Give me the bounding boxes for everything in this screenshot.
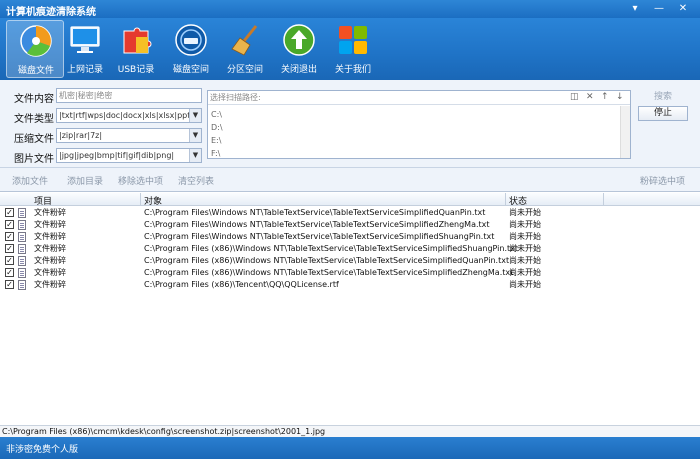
list-item[interactable]: E:\ <box>211 134 223 147</box>
search-button[interactable]: 搜索 <box>638 90 688 105</box>
row-checkbox[interactable]: ✓ <box>5 268 14 277</box>
minimize-button[interactable]: — <box>650 2 668 15</box>
table-row[interactable]: ✓ 文件粉碎 C:\Program Files\Windows NT\Table… <box>0 219 700 231</box>
table-row[interactable]: ✓ 文件粉碎 C:\Program Files (x86)\Windows NT… <box>0 243 700 255</box>
table-row[interactable]: ✓ 文件粉碎 C:\Program Files\Windows NT\Table… <box>0 207 700 219</box>
toolbar-web-history[interactable]: 上网记录 <box>56 20 114 78</box>
toolbar-disk-space[interactable]: 磁盘空间 <box>162 20 220 78</box>
title-bar: 计算机痕迹清除系统 ▾ — ✕ <box>0 0 700 18</box>
close-icon[interactable]: ✕ <box>586 92 594 102</box>
row-checkbox[interactable]: ✓ <box>5 220 14 229</box>
toolbar-about[interactable]: 关于我们 <box>324 20 382 78</box>
close-button[interactable]: ✕ <box>674 2 692 15</box>
toolbar-label: 关闭退出 <box>280 65 317 75</box>
chevron-down-icon[interactable]: ▼ <box>189 129 201 142</box>
shred-selected-button[interactable]: 粉碎选中项 <box>640 174 685 187</box>
footer-bar: 非涉密免费个人版 <box>0 437 700 459</box>
content-label: 文件内容 <box>14 94 54 105</box>
file-icon <box>18 280 26 290</box>
edition-label: 非涉密免费个人版 <box>6 445 79 455</box>
hard-drive-icon <box>175 24 207 56</box>
add-directory-button[interactable]: 添加目录 <box>67 174 103 187</box>
file-icon <box>18 232 26 242</box>
table-row[interactable]: ✓ 文件粉碎 C:\Program Files (x86)\Windows NT… <box>0 267 700 279</box>
row-checkbox[interactable]: ✓ <box>5 232 14 241</box>
file-icon <box>18 256 26 266</box>
disk-pie-icon <box>20 25 52 57</box>
scan-path-header: 选择扫描路径: <box>208 91 630 105</box>
column-header-status[interactable]: 状态 <box>509 194 527 207</box>
row-checkbox[interactable]: ✓ <box>5 208 14 217</box>
arrow-up-icon[interactable]: ↑ <box>601 92 609 102</box>
main-toolbar: 磁盘文件 上网记录 USB记录 磁盘空间 分区空间 关闭退出 关于我们 <box>0 18 700 80</box>
add-file-button[interactable]: 添加文件 <box>12 174 48 187</box>
column-header-object[interactable]: 对象 <box>144 194 162 207</box>
table-row[interactable]: ✓ 文件粉碎 C:\Program Files\Windows NT\Table… <box>0 231 700 243</box>
archive-type-select[interactable]: |zip|rar|7z| ▼ <box>56 128 202 143</box>
toolbar-partition-space[interactable]: 分区空间 <box>216 20 274 78</box>
file-type-label: 文件类型 <box>14 114 54 125</box>
row-checkbox[interactable]: ✓ <box>5 280 14 289</box>
list-item[interactable]: C:\ <box>211 108 223 121</box>
file-icon <box>18 268 26 278</box>
chevron-down-icon[interactable]: ▼ <box>189 109 201 122</box>
file-icon <box>18 244 26 254</box>
toolbar-label: 上网记录 <box>66 65 103 75</box>
table-row[interactable]: ✓ 文件粉碎 C:\Program Files (x86)\Windows NT… <box>0 255 700 267</box>
content-keywords-input[interactable]: 机密|秘密|绝密 <box>56 88 202 103</box>
table-header: 项目 对象 状态 <box>0 193 700 207</box>
archive-label: 压缩文件 <box>14 134 54 145</box>
column-header-item[interactable]: 项目 <box>34 194 52 207</box>
scan-path-list: C:\ D:\ E:\ F:\ <box>211 108 223 160</box>
broom-icon <box>231 25 258 56</box>
file-icon <box>18 220 26 230</box>
windows-logo-icon <box>339 26 367 54</box>
toolbar-label: 磁盘空间 <box>172 65 209 75</box>
image-type-select[interactable]: |jpg|jpeg|bmp|tif|gif|dib|png| ▼ <box>56 148 202 163</box>
window-title: 计算机痕迹清除系统 <box>6 7 96 18</box>
file-type-select[interactable]: |txt|rtf|wps|doc|docx|xls|xlsx|ppt... ▼ <box>56 108 202 123</box>
row-checkbox[interactable]: ✓ <box>5 244 14 253</box>
exit-arrow-icon <box>283 24 315 56</box>
list-item[interactable]: F:\ <box>211 147 223 160</box>
menu-dropdown-button[interactable]: ▾ <box>626 2 644 15</box>
table-row[interactable]: ✓ 文件粉碎 C:\Program Files (x86)\Tencent\QQ… <box>0 279 700 291</box>
scan-list-scrollbar[interactable] <box>620 106 630 158</box>
current-path-status: C:\Program Files (x86)\cmcm\kdesk\config… <box>0 425 700 437</box>
file-list-table: 项目 对象 状态 ✓ 文件粉碎 C:\Program Files\Windows… <box>0 193 700 425</box>
scan-path-box[interactable]: 选择扫描路径: ◫ ✕ ↑ ↓ C:\ D:\ E:\ F:\ <box>207 90 631 159</box>
arrow-down-icon[interactable]: ↓ <box>616 92 624 102</box>
usb-puzzle-icon <box>123 27 152 54</box>
file-icon <box>18 208 26 218</box>
toolbar-exit[interactable]: 关闭退出 <box>270 20 328 78</box>
folder-browse-icon[interactable]: ◫ <box>570 92 579 102</box>
remove-selected-button[interactable]: 移除选中项 <box>118 174 163 187</box>
toolbar-usb-history[interactable]: USB记录 <box>107 20 165 78</box>
stop-button[interactable]: 停止 <box>638 106 688 121</box>
monitor-icon <box>70 26 100 53</box>
image-label: 图片文件 <box>14 154 54 165</box>
toolbar-label: USB记录 <box>117 65 155 75</box>
list-item[interactable]: D:\ <box>211 121 223 134</box>
clear-list-button[interactable]: 清空列表 <box>178 174 214 187</box>
toolbar-label: 关于我们 <box>334 65 371 75</box>
list-action-bar: 添加文件 添加目录 移除选中项 清空列表 粉碎选中项 <box>0 168 700 192</box>
chevron-down-icon[interactable]: ▼ <box>189 149 201 162</box>
row-checkbox[interactable]: ✓ <box>5 256 14 265</box>
toolbar-label: 分区空间 <box>226 65 263 75</box>
